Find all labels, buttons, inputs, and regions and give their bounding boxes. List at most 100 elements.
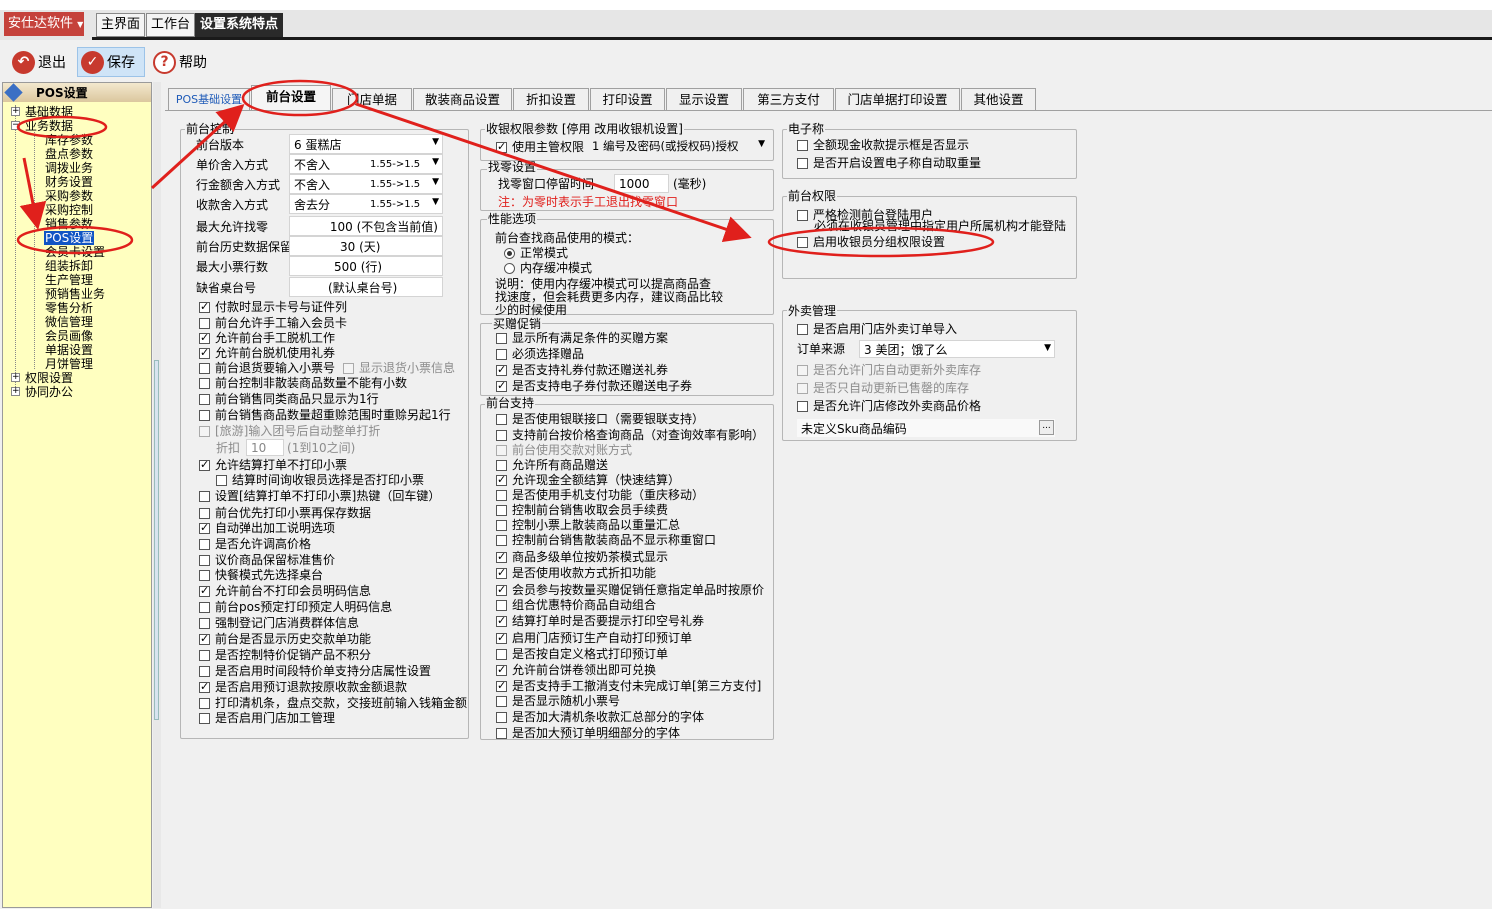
tree-item[interactable]: 月饼管理 (45, 357, 93, 371)
radio-row[interactable]: 内存缓冲模式 (504, 260, 592, 276)
checkbox[interactable] (199, 377, 210, 389)
exit-button[interactable]: ↶ 退出 (9, 47, 69, 77)
tree-item[interactable]: 生产管理 (45, 273, 93, 287)
checkbox-row[interactable]: 是否显示随机小票号 (496, 693, 620, 709)
sku-code-input[interactable]: 未定义Sku商品编码 (797, 419, 1055, 437)
checkbox-row[interactable]: 是否控制特价促销产品不积分 (199, 647, 371, 663)
checkbox[interactable] (496, 534, 507, 546)
sku-browse-button[interactable]: ... (1039, 420, 1054, 435)
module-tab-workbench[interactable]: 工作台 (146, 13, 196, 37)
checkbox-row[interactable]: 前台销售商品数量超重赊范围时重赊另起1行 (199, 407, 451, 423)
change-wait-input[interactable]: 1000 (614, 174, 669, 193)
tree-item[interactable]: 盘点参数 (45, 147, 93, 161)
checkbox[interactable] (797, 400, 808, 412)
checkbox-row[interactable]: 自动弹出加工说明选项 (199, 520, 335, 536)
checkbox-row[interactable]: 是否启用时间段特价单支持分店属性设置 (199, 663, 431, 679)
checkbox[interactable] (797, 157, 808, 169)
checkbox[interactable] (496, 662, 507, 678)
checkbox-row[interactable]: 启用门店预订生产自动打印预订单 (496, 630, 692, 646)
radio[interactable] (504, 247, 515, 259)
max-receipt-lines-input[interactable]: 500 (行) (289, 256, 443, 276)
checkbox[interactable] (199, 317, 210, 329)
order-source-select[interactable]: 3 美团；饿了么 (859, 340, 1055, 358)
authorize-mode-select[interactable]: 1 编号及密码(或授权码)授权 (588, 137, 768, 155)
tab-pos-basic[interactable]: POS基础设置 (168, 88, 250, 111)
checkbox[interactable] (496, 413, 507, 425)
checkbox[interactable] (199, 520, 210, 536)
checkbox-row[interactable]: 打印清机条，盘点交款，交接班前输入钱箱金额 (199, 695, 467, 711)
default-table-input[interactable]: (默认桌台号) (289, 277, 443, 297)
checkbox[interactable] (797, 323, 808, 335)
tree-item[interactable]: 预销售业务 (45, 287, 105, 301)
tree-item[interactable]: 采购参数 (45, 189, 93, 203)
checkbox-row[interactable]: 启用收银员分组权限设置 (797, 234, 945, 250)
tree-item[interactable]: 销售参数 (45, 217, 93, 231)
tree-item[interactable]: 库存参数 (45, 133, 93, 147)
tree-item[interactable]: 零售分析 (45, 301, 93, 315)
tree-item[interactable]: 业务数据 (25, 119, 73, 133)
tree-item[interactable]: 财务设置 (45, 175, 93, 189)
checkbox-row[interactable]: 控制前台销售散装商品不显示称重窗口 (496, 532, 716, 548)
checkbox[interactable] (496, 362, 507, 378)
checkbox[interactable] (496, 582, 507, 598)
checkbox-row[interactable]: 是否支持电子券付款还赠送电子券 (496, 378, 692, 394)
checkbox[interactable] (199, 409, 210, 421)
checkbox-row[interactable]: 商品多级单位按奶茶模式显示 (496, 549, 668, 565)
checkbox-row[interactable]: 允许前台饼卷领出即可兑换 (496, 662, 656, 678)
checkbox-row[interactable]: 是否支持礼券付款还赠送礼券 (496, 362, 668, 378)
front-version-select[interactable]: 6 蛋糕店 (289, 134, 443, 154)
checkbox-row[interactable]: 是否允许门店自动更新外卖库存 (797, 362, 981, 378)
checkbox[interactable] (199, 299, 210, 315)
checkbox[interactable] (496, 378, 507, 394)
checkbox[interactable] (199, 345, 210, 361)
checkbox-row[interactable]: 是否使用收款方式折扣功能 (496, 565, 656, 581)
tab-display[interactable]: 显示设置 (666, 88, 742, 111)
checkbox-row[interactable]: 设置[结算打单不打印小票]热键（回车键） (199, 488, 440, 504)
checkbox-row[interactable]: 使用主管权限 (496, 139, 584, 155)
checkbox-row[interactable]: 结算时间询收银员选择是否打印小票 (216, 472, 424, 488)
tab-store-docs[interactable]: 门店单据 (332, 88, 412, 111)
checkbox-row[interactable]: 议价商品保留标准售价 (199, 552, 335, 568)
brand-menu-button[interactable]: 安仕达软件 ▼ (4, 12, 84, 36)
checkbox-row[interactable]: 快餐模式先选择桌台 (199, 567, 323, 583)
checkbox[interactable] (496, 519, 507, 531)
help-button[interactable]: ? 帮助 (150, 47, 210, 77)
checkbox[interactable] (496, 711, 507, 723)
tree-item[interactable]: 协同办公 (25, 385, 73, 399)
radio-row[interactable]: 正常模式 (504, 245, 568, 261)
checkbox[interactable] (199, 490, 210, 502)
checkbox[interactable] (199, 538, 210, 550)
checkbox[interactable] (199, 362, 210, 374)
module-tab-settings[interactable]: 设置系统特点 (195, 13, 284, 37)
tab-print[interactable]: 打印设置 (590, 88, 665, 111)
expand-icon[interactable]: + (11, 387, 20, 396)
checkbox[interactable] (199, 583, 210, 599)
checkbox-row[interactable]: 是否支持手工撤消支付未完成订单[第三方支付] (496, 678, 761, 694)
save-button[interactable]: ✓ 保存 (77, 47, 145, 77)
checkbox[interactable] (496, 613, 507, 629)
checkbox[interactable] (496, 549, 507, 565)
checkbox-row[interactable]: 支持前台按价格查询商品（对查询效率有影响） (496, 427, 764, 443)
checkbox[interactable] (496, 678, 507, 694)
module-tab-main[interactable]: 主界面 (96, 13, 146, 37)
expand-icon[interactable]: + (11, 373, 20, 382)
checkbox-row[interactable]: 是否启用预订退款按原收款金额退款 (199, 679, 407, 695)
checkbox[interactable] (199, 554, 210, 566)
checkbox[interactable] (496, 348, 507, 360)
tree-item[interactable]: 采购控制 (45, 203, 93, 217)
checkbox-row[interactable]: 控制前台销售收取会员手续费 (496, 502, 668, 518)
checkbox-row[interactable]: 控制小票上散装商品以重量汇总 (496, 517, 680, 533)
tree-item[interactable]: 基础数据 (25, 105, 73, 119)
checkbox[interactable] (797, 236, 808, 248)
tab-bulk-goods[interactable]: 散装商品设置 (413, 88, 512, 111)
checkbox[interactable] (797, 364, 808, 376)
checkbox[interactable] (199, 507, 210, 519)
max-change-input[interactable]: 100 (不包含当前值) (289, 216, 443, 236)
checkbox[interactable] (199, 601, 210, 613)
checkbox-row[interactable]: 全额现金收款提示框是否显示 (797, 137, 969, 153)
checkbox[interactable] (199, 679, 210, 695)
history-keep-input[interactable]: 30 (天) (289, 236, 443, 256)
checkbox-row[interactable]: 是否使用银联接口（需要银联支持） (496, 411, 704, 427)
checkbox-row[interactable]: 强制登记门店消费群体信息 (199, 615, 359, 631)
checkbox-row[interactable]: 是否允许调高价格 (199, 536, 311, 552)
